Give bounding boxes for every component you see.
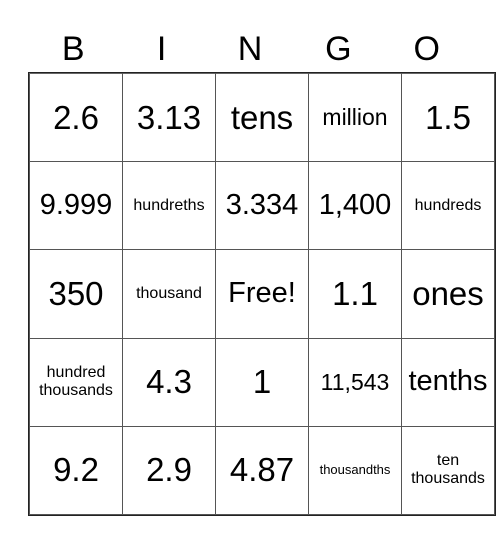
free-space-cell[interactable]: Free! [215, 249, 309, 339]
bingo-cell[interactable]: 1.5 [401, 72, 495, 163]
bingo-cell[interactable]: 2.9 [122, 425, 216, 516]
bingo-cell[interactable]: 4.3 [122, 337, 216, 427]
bingo-cell[interactable]: 2.6 [29, 72, 123, 163]
bingo-cell[interactable]: 3.334 [215, 161, 309, 251]
header-letter-b: B [61, 30, 85, 68]
bingo-cell[interactable]: 9.999 [29, 161, 123, 251]
bingo-cell[interactable]: million [308, 72, 402, 163]
bingo-cell[interactable]: ones [401, 249, 495, 339]
bingo-cell[interactable]: thousand [122, 249, 216, 339]
bingo-cell[interactable]: 1 [215, 337, 309, 427]
bingo-cell[interactable]: 11,543 [308, 337, 402, 427]
grid-row: 9.999 hundreths 3.334 1,400 hundreds [29, 161, 495, 251]
bingo-cell[interactable]: 9.2 [29, 425, 123, 516]
bingo-cell[interactable]: 1.1 [308, 249, 402, 339]
grid-row: 350 thousand Free! 1.1 ones [29, 249, 495, 339]
grid-row: hundred thousands 4.3 1 11,543 tenths [29, 337, 495, 427]
header-letter-o: O [413, 30, 440, 68]
bingo-cell[interactable]: hundreds [401, 161, 495, 251]
grid-row: 2.6 3.13 tens million 1.5 [29, 72, 495, 163]
header-letter-i: I [156, 30, 167, 68]
header-letter-n: N [237, 30, 263, 68]
bingo-cell[interactable]: 4.87 [215, 425, 309, 516]
bingo-cell[interactable]: 350 [29, 249, 123, 339]
bingo-cell[interactable]: hundred thousands [29, 337, 123, 427]
bingo-grid: 2.6 3.13 tens million 1.5 9.999 hundreth… [28, 72, 496, 516]
grid-row: 9.2 2.9 4.87 thousandths ten thousands [29, 425, 495, 516]
bingo-cell[interactable]: hundreths [122, 161, 216, 251]
bingo-cell[interactable]: tenths [401, 337, 495, 427]
header-letter-g: G [325, 30, 352, 68]
bingo-cell[interactable]: 1,400 [308, 161, 402, 251]
bingo-header: B I N G O [29, 26, 471, 72]
bingo-cell[interactable]: ten thousands [401, 425, 495, 516]
bingo-cell[interactable]: tens [215, 72, 309, 163]
bingo-cell[interactable]: thousandths [308, 425, 402, 516]
bingo-cell[interactable]: 3.13 [122, 72, 216, 163]
